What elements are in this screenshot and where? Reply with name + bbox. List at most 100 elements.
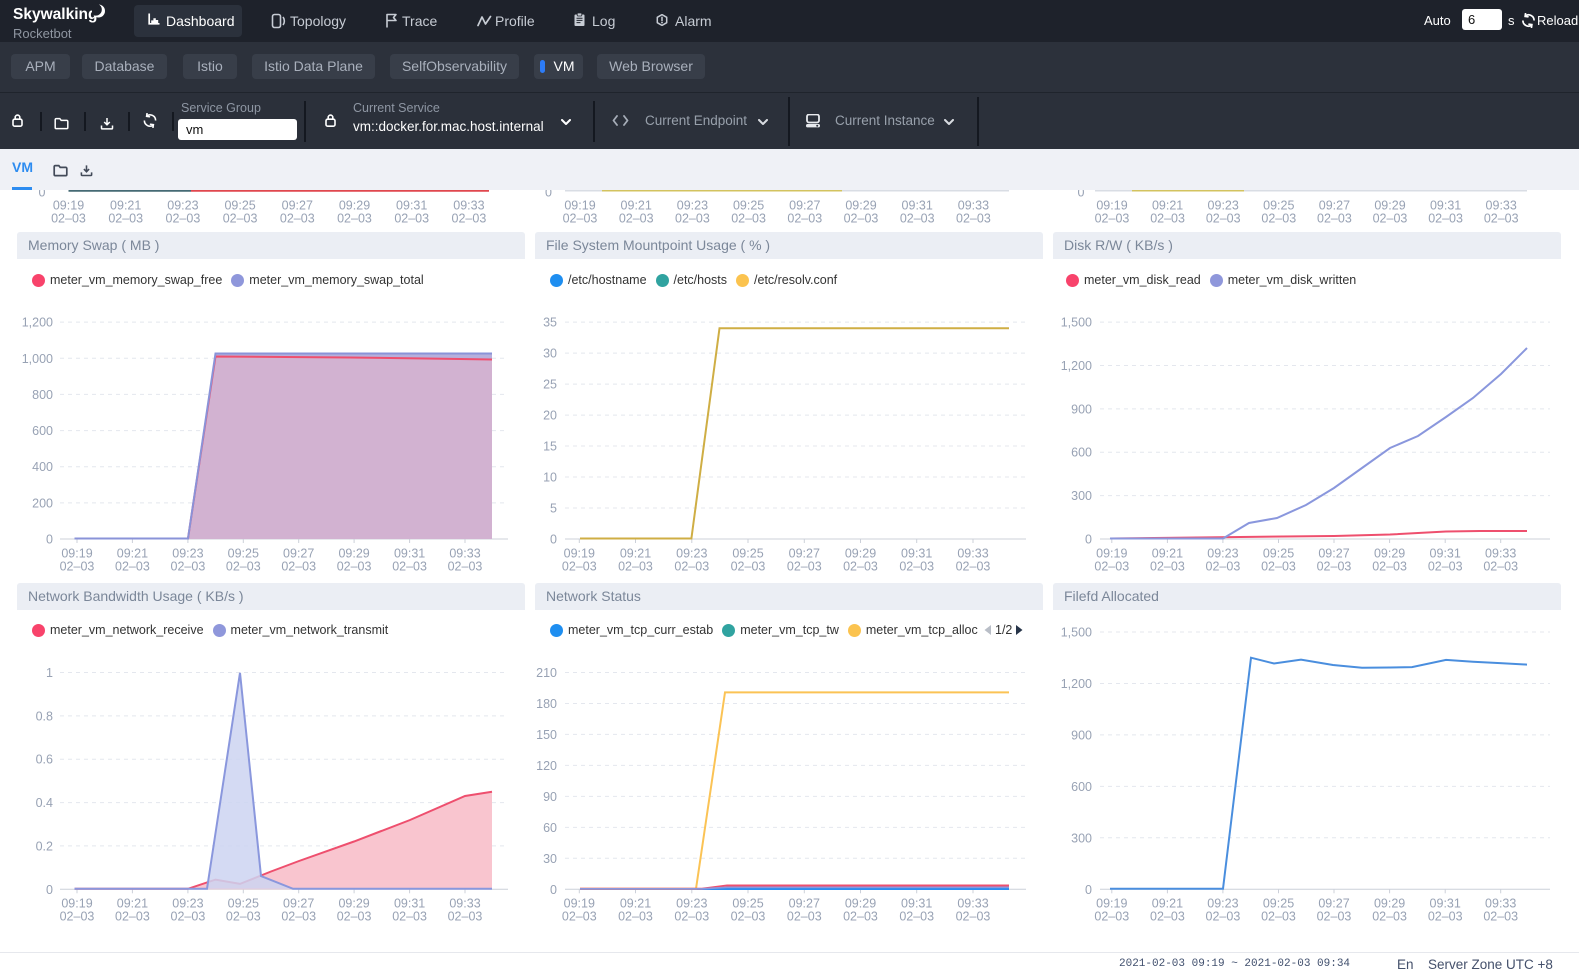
svg-text:02–03: 02–03 — [115, 560, 150, 574]
svg-text:02–03: 02–03 — [337, 560, 372, 574]
svg-text:02–03: 02–03 — [171, 910, 206, 924]
svg-text:02–03: 02–03 — [171, 560, 206, 574]
svg-text:02–03: 02–03 — [392, 560, 427, 574]
svg-text:09:27: 09:27 — [789, 199, 820, 213]
svg-text:0: 0 — [46, 533, 53, 547]
svg-text:02–03: 02–03 — [392, 910, 427, 924]
svg-text:02–03: 02–03 — [337, 212, 372, 226]
svg-text:09:27: 09:27 — [282, 199, 313, 213]
svg-text:09:27: 09:27 — [283, 897, 314, 911]
svg-text:09:29: 09:29 — [1374, 547, 1405, 561]
svg-text:09:31: 09:31 — [901, 547, 932, 561]
svg-text:1,200: 1,200 — [1061, 677, 1092, 691]
svg-text:400: 400 — [32, 460, 53, 474]
svg-text:02–03: 02–03 — [1483, 910, 1518, 924]
svg-text:0: 0 — [46, 883, 53, 897]
svg-text:09:21: 09:21 — [621, 199, 652, 213]
svg-text:02–03: 02–03 — [281, 910, 316, 924]
svg-text:09:25: 09:25 — [1263, 199, 1294, 213]
svg-text:09:31: 09:31 — [1430, 547, 1461, 561]
svg-text:0.4: 0.4 — [36, 796, 53, 810]
svg-text:09:27: 09:27 — [789, 897, 820, 911]
svg-text:09:21: 09:21 — [1152, 547, 1183, 561]
svg-text:09:29: 09:29 — [1374, 897, 1405, 911]
svg-text:300: 300 — [1071, 831, 1092, 845]
svg-text:02–03: 02–03 — [1206, 560, 1241, 574]
svg-text:09:25: 09:25 — [732, 897, 763, 911]
svg-text:02–03: 02–03 — [1428, 910, 1463, 924]
svg-text:02–03: 02–03 — [1372, 910, 1407, 924]
svg-text:09:21: 09:21 — [110, 199, 141, 213]
svg-text:09:27: 09:27 — [1319, 199, 1350, 213]
svg-text:10: 10 — [543, 471, 557, 485]
svg-text:09:19: 09:19 — [564, 199, 595, 213]
svg-text:09:31: 09:31 — [394, 897, 425, 911]
svg-text:1,500: 1,500 — [1061, 626, 1092, 640]
svg-text:02–03: 02–03 — [1094, 910, 1129, 924]
svg-text:02–03: 02–03 — [1428, 560, 1463, 574]
svg-text:02–03: 02–03 — [394, 212, 429, 226]
svg-text:02–03: 02–03 — [618, 560, 653, 574]
svg-text:02–03: 02–03 — [1373, 212, 1408, 226]
svg-text:09:19: 09:19 — [1096, 547, 1127, 561]
svg-text:02–03: 02–03 — [843, 560, 878, 574]
svg-text:09:19: 09:19 — [53, 199, 84, 213]
svg-text:02–03: 02–03 — [60, 560, 95, 574]
svg-text:1,500: 1,500 — [1061, 316, 1092, 330]
svg-text:02–03: 02–03 — [226, 560, 261, 574]
svg-text:02–03: 02–03 — [108, 212, 143, 226]
svg-text:20: 20 — [543, 409, 557, 423]
svg-text:09:23: 09:23 — [1207, 547, 1238, 561]
svg-text:09:31: 09:31 — [1430, 199, 1461, 213]
svg-text:90: 90 — [543, 790, 557, 804]
svg-text:02–03: 02–03 — [1150, 212, 1185, 226]
svg-text:09:25: 09:25 — [228, 547, 259, 561]
svg-text:02–03: 02–03 — [562, 560, 597, 574]
svg-text:210: 210 — [536, 666, 557, 680]
svg-text:09:29: 09:29 — [338, 897, 369, 911]
svg-text:09:25: 09:25 — [1263, 547, 1294, 561]
svg-text:1,000: 1,000 — [22, 352, 53, 366]
svg-text:02–03: 02–03 — [115, 910, 150, 924]
svg-text:0.6: 0.6 — [36, 753, 53, 767]
svg-text:02–03: 02–03 — [843, 910, 878, 924]
svg-text:02–03: 02–03 — [166, 212, 201, 226]
svg-text:09:23: 09:23 — [676, 547, 707, 561]
svg-text:09:23: 09:23 — [677, 199, 708, 213]
svg-text:09:19: 09:19 — [61, 547, 92, 561]
svg-text:09:25: 09:25 — [732, 547, 763, 561]
svg-text:150: 150 — [536, 728, 557, 742]
svg-text:35: 35 — [543, 316, 557, 330]
svg-text:02–03: 02–03 — [1094, 560, 1129, 574]
svg-text:09:23: 09:23 — [1207, 897, 1238, 911]
svg-text:09:21: 09:21 — [1152, 199, 1183, 213]
svg-text:09:33: 09:33 — [1486, 199, 1517, 213]
svg-text:09:21: 09:21 — [620, 547, 651, 561]
svg-text:09:27: 09:27 — [789, 547, 820, 561]
svg-text:09:25: 09:25 — [1263, 897, 1294, 911]
svg-text:02–03: 02–03 — [844, 212, 879, 226]
svg-text:02–03: 02–03 — [226, 910, 261, 924]
svg-text:02–03: 02–03 — [787, 560, 822, 574]
svg-text:60: 60 — [543, 821, 557, 835]
svg-text:09:19: 09:19 — [564, 547, 595, 561]
svg-text:120: 120 — [536, 759, 557, 773]
svg-text:09:27: 09:27 — [283, 547, 314, 561]
svg-text:600: 600 — [1071, 780, 1092, 794]
svg-text:600: 600 — [1071, 446, 1092, 460]
svg-text:02–03: 02–03 — [787, 910, 822, 924]
svg-text:0.2: 0.2 — [36, 839, 53, 853]
svg-text:09:27: 09:27 — [1318, 897, 1349, 911]
svg-text:02–03: 02–03 — [281, 560, 316, 574]
svg-text:02–03: 02–03 — [731, 212, 766, 226]
svg-text:02–03: 02–03 — [899, 910, 934, 924]
svg-text:900: 900 — [1071, 728, 1092, 742]
svg-text:02–03: 02–03 — [1206, 212, 1241, 226]
svg-text:02–03: 02–03 — [51, 212, 86, 226]
svg-text:09:19: 09:19 — [1096, 897, 1127, 911]
svg-text:02–03: 02–03 — [1261, 560, 1296, 574]
svg-text:02–03: 02–03 — [618, 910, 653, 924]
svg-text:09:29: 09:29 — [845, 897, 876, 911]
svg-text:09:19: 09:19 — [1096, 199, 1127, 213]
svg-text:09:31: 09:31 — [394, 547, 425, 561]
